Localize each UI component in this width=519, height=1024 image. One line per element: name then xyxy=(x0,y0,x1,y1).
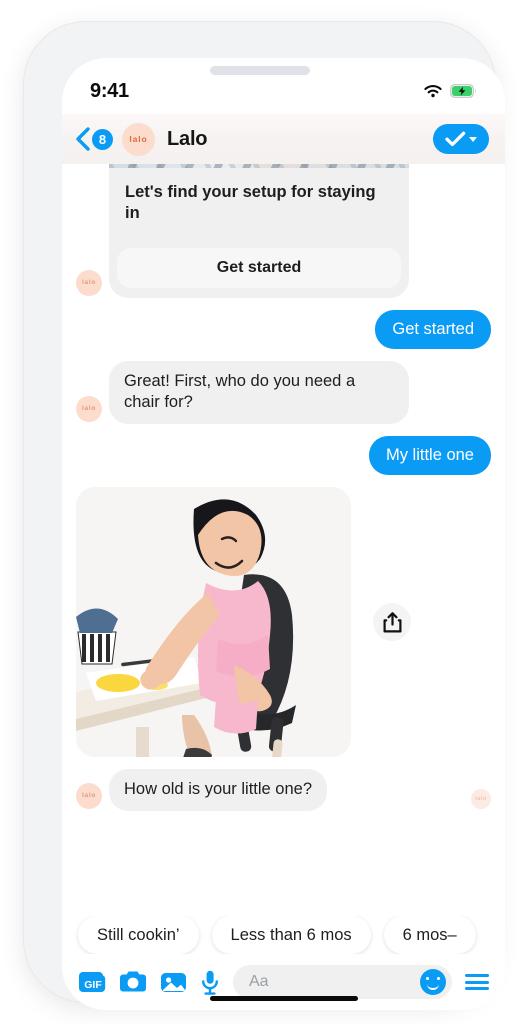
message-input[interactable]: Aa xyxy=(233,965,452,999)
generic-template-card: Let's find your setup for staying in Get… xyxy=(109,164,409,298)
avatar[interactable]: lalo xyxy=(122,122,155,156)
header-action-button[interactable] xyxy=(433,124,489,154)
photo-attachment[interactable] xyxy=(76,487,351,758)
message-bubble-outgoing[interactable]: My little one xyxy=(368,435,491,476)
phone-screen: 9:41 8 lalo Lalo lalo Let's find your se… xyxy=(62,58,505,1010)
message-input-placeholder: Aa xyxy=(249,973,269,990)
avatar-label: lalo xyxy=(82,279,96,287)
card-title: Let's find your setup for staying in xyxy=(125,183,376,222)
speaker-grille xyxy=(209,66,310,75)
unread-count-badge: 8 xyxy=(92,128,113,150)
avatar: lalo xyxy=(76,269,102,296)
message-bubble-incoming[interactable]: Great! First, who do you need a chair fo… xyxy=(109,361,409,424)
microphone-button[interactable] xyxy=(200,970,220,995)
gif-icon: GIF xyxy=(79,971,106,992)
microphone-icon xyxy=(202,970,218,995)
message-row: lalo How old is your little one? lalo xyxy=(76,769,491,811)
avatar-label: lalo xyxy=(129,134,148,144)
wifi-icon xyxy=(424,84,442,97)
quick-reply-chip[interactable]: Still cookin’ xyxy=(78,916,199,954)
avatar: lalo xyxy=(76,782,102,809)
status-bar-time: 9:41 xyxy=(90,79,129,102)
hamburger-line xyxy=(465,987,489,990)
svg-text:GIF: GIF xyxy=(84,979,102,991)
battery-charging-icon xyxy=(450,84,476,98)
camera-button[interactable] xyxy=(119,970,147,994)
avatar-label: lalo xyxy=(82,792,96,800)
status-bar-indicators xyxy=(423,84,477,99)
message-thread[interactable]: lalo Let's find your setup for staying i… xyxy=(62,164,505,910)
message-row-photo xyxy=(76,487,491,758)
message-bubble-incoming[interactable]: How old is your little one? xyxy=(109,769,328,811)
chat-header: 8 lalo Lalo xyxy=(62,114,505,164)
camera-icon xyxy=(120,971,146,992)
quick-reply-chip[interactable]: Less than 6 mos xyxy=(211,916,371,954)
card-body: Let's find your setup for staying in xyxy=(109,168,409,234)
composer-toolbar: GIF Aa xyxy=(62,954,505,1010)
seen-receipt-avatar: lalo xyxy=(471,788,491,809)
avatar-label: lalo xyxy=(82,405,96,413)
message-bubble-outgoing[interactable]: Get started xyxy=(375,309,491,349)
caret-down-icon xyxy=(469,136,477,142)
gif-button[interactable]: GIF xyxy=(78,970,106,995)
card-image xyxy=(109,164,409,168)
share-icon xyxy=(383,612,401,633)
avatar: lalo xyxy=(76,395,102,422)
quick-reply-chip[interactable]: 6 mos– xyxy=(383,916,476,954)
emoji-button[interactable] xyxy=(420,969,446,995)
hamburger-line xyxy=(465,980,489,984)
message-row: lalo Great! First, who do you need a cha… xyxy=(76,361,491,424)
image-icon xyxy=(161,973,186,992)
page-title: Lalo xyxy=(167,127,208,150)
card-get-started-button[interactable]: Get started xyxy=(117,247,401,288)
home-indicator xyxy=(209,996,358,1001)
photo-illustration xyxy=(76,487,351,758)
phone-frame: 9:41 8 lalo Lalo lalo Let's find your se… xyxy=(24,22,505,1010)
menu-button[interactable] xyxy=(465,974,489,990)
message-row: Get started xyxy=(76,309,491,349)
avatar-label: lalo xyxy=(475,795,487,802)
quick-reply-list[interactable]: Still cookin’ Less than 6 mos 6 mos– xyxy=(62,916,505,954)
checkmark-icon xyxy=(445,131,466,147)
gallery-button[interactable] xyxy=(160,970,187,994)
chevron-left-icon xyxy=(76,127,90,151)
message-row-card: lalo Let's find your setup for staying i… xyxy=(76,164,491,298)
share-button[interactable] xyxy=(373,603,411,642)
message-row: My little one xyxy=(76,435,491,476)
hamburger-line xyxy=(465,974,489,977)
back-button[interactable]: 8 xyxy=(74,126,113,152)
